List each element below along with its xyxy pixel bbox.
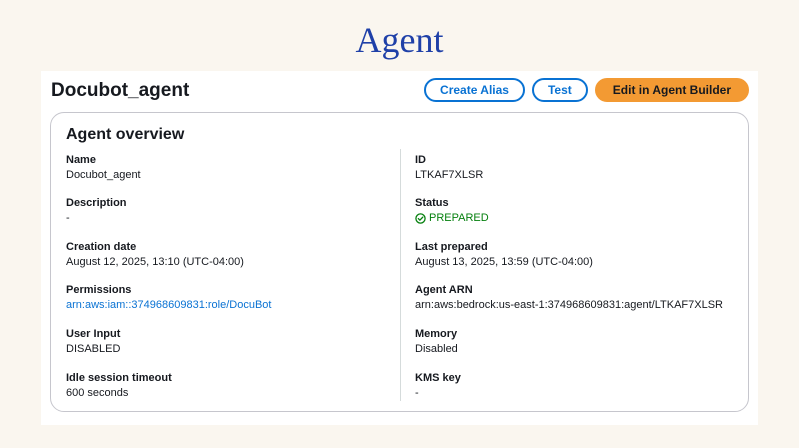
- field-value: LTKAF7XLSR: [415, 169, 484, 181]
- agent-details-panel: Docubot_agent Create Alias Test Edit in …: [41, 71, 758, 425]
- field-user-input: User Input DISABLED: [66, 327, 386, 356]
- field-value: arn:aws:bedrock:us-east-1:374968609831:a…: [415, 299, 723, 311]
- field-label: User Input: [66, 328, 121, 340]
- test-button[interactable]: Test: [531, 78, 588, 102]
- field-label: Description: [66, 197, 127, 209]
- permissions-role-link[interactable]: arn:aws:iam::374968609831:role/DocuBot: [66, 298, 386, 312]
- field-label: ID: [415, 154, 426, 166]
- agent-overview-title: Agent overview: [66, 126, 185, 143]
- field-label: Last prepared: [415, 241, 488, 253]
- field-id: ID LTKAF7XLSR: [415, 153, 735, 182]
- create-alias-button[interactable]: Create Alias: [424, 78, 525, 102]
- field-label: Agent ARN: [415, 284, 473, 296]
- field-value: -: [66, 212, 70, 224]
- field-creation-date: Creation date August 12, 2025, 13:10 (UT…: [66, 240, 386, 269]
- field-label: Creation date: [66, 241, 137, 253]
- field-label: KMS key: [415, 372, 461, 384]
- column-divider: [400, 149, 401, 401]
- field-agent-arn: Agent ARN arn:aws:bedrock:us-east-1:3749…: [415, 283, 735, 312]
- field-label: Idle session timeout: [66, 372, 172, 384]
- field-label: Permissions: [66, 284, 132, 296]
- field-kms-key: KMS key -: [415, 371, 735, 400]
- field-label: Status: [415, 197, 449, 209]
- status-text: PREPARED: [429, 212, 489, 224]
- field-name: Name Docubot_agent: [66, 153, 386, 182]
- field-label: Name: [66, 154, 96, 166]
- page-title: Docubot_agent: [51, 80, 190, 101]
- field-value: DISABLED: [66, 343, 121, 355]
- field-value: August 12, 2025, 13:10 (UTC-04:00): [66, 256, 244, 268]
- header-actions: Create Alias Test Edit in Agent Builder: [424, 78, 749, 102]
- field-last-prepared: Last prepared August 13, 2025, 13:59 (UT…: [415, 240, 735, 269]
- field-value: 600 seconds: [66, 387, 129, 399]
- field-idle-session-timeout: Idle session timeout 600 seconds: [66, 371, 386, 400]
- check-circle-icon: [415, 212, 426, 224]
- edit-in-agent-builder-button[interactable]: Edit in Agent Builder: [594, 78, 749, 102]
- field-description: Description -: [66, 196, 386, 225]
- slide-title: Agent: [355, 20, 444, 60]
- field-label: Memory: [415, 328, 458, 340]
- field-value: Disabled: [415, 343, 458, 355]
- agent-overview-card: Agent overview Name Docubot_agent Descri…: [50, 112, 749, 412]
- field-permissions: Permissions arn:aws:iam::374968609831:ro…: [66, 283, 386, 312]
- field-value: August 13, 2025, 13:59 (UTC-04:00): [415, 256, 593, 268]
- field-value: Docubot_agent: [66, 169, 141, 181]
- field-value: -: [415, 387, 419, 399]
- field-status: Status PREPARED: [415, 196, 735, 225]
- field-memory: Memory Disabled: [415, 327, 735, 356]
- status-badge: PREPARED: [415, 211, 735, 225]
